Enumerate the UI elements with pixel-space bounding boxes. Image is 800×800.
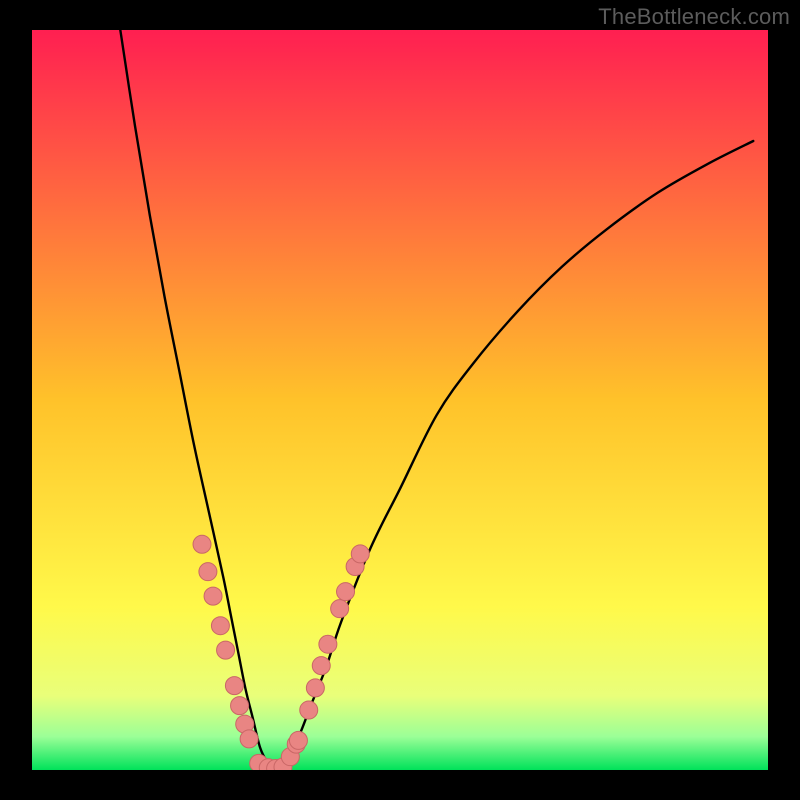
data-point xyxy=(240,730,258,748)
data-point xyxy=(217,641,235,659)
data-point xyxy=(204,587,222,605)
chart-svg xyxy=(0,0,800,800)
data-point xyxy=(289,731,307,749)
data-point xyxy=(300,701,318,719)
data-point xyxy=(193,535,211,553)
data-point xyxy=(231,697,249,715)
plot-background xyxy=(32,30,768,770)
watermark-text: TheBottleneck.com xyxy=(598,4,790,30)
data-point xyxy=(351,545,369,563)
frame-bottom xyxy=(0,770,800,800)
data-point xyxy=(225,677,243,695)
chart-wrapper: TheBottleneck.com xyxy=(0,0,800,800)
data-point xyxy=(331,600,349,618)
data-point xyxy=(337,583,355,601)
data-point xyxy=(312,657,330,675)
frame-left xyxy=(0,0,32,800)
data-point xyxy=(319,635,337,653)
data-point xyxy=(199,563,217,581)
data-point xyxy=(211,617,229,635)
frame-right xyxy=(768,0,800,800)
data-point xyxy=(306,679,324,697)
